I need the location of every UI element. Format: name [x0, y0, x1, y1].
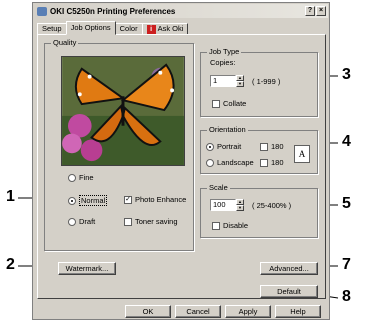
- ok-button[interactable]: OK: [125, 305, 171, 318]
- callout-5: 5: [342, 195, 351, 212]
- rotate-180-checkbox-a[interactable]: 180: [260, 142, 284, 151]
- collate-checkbox[interactable]: Collate: [212, 99, 246, 108]
- rotate-180-label-b: 180: [271, 158, 284, 167]
- window-title: OKI C5250n Printing Preferences: [50, 6, 176, 16]
- close-button[interactable]: ×: [316, 6, 326, 16]
- page-preview-icon: A: [294, 145, 310, 163]
- callout-4: 4: [342, 133, 351, 150]
- tab-color-label: Color: [119, 24, 138, 33]
- job-type-label: Job Type: [207, 47, 242, 56]
- scale-spinner[interactable]: 100 ▲ ▼ ( 25-400% ): [210, 199, 291, 211]
- checkbox-empty: [212, 99, 220, 108]
- callout-2: 2: [6, 256, 15, 273]
- tab-job-options[interactable]: Job Options: [65, 21, 116, 35]
- cancel-button[interactable]: Cancel: [175, 305, 221, 318]
- toner-saving-label: Toner saving: [135, 217, 178, 226]
- default-button[interactable]: Default: [260, 285, 318, 298]
- quality-fine-label: Fine: [79, 173, 94, 182]
- quality-normal-label: Normal: [79, 195, 108, 206]
- tab-ask-oki-label: Ask Oki: [157, 24, 184, 33]
- radio-dot: [68, 217, 76, 226]
- spinner-arrows[interactable]: ▲ ▼: [236, 75, 244, 87]
- copies-spinner[interactable]: 1 ▲ ▼ ( 1-999 ): [210, 75, 280, 87]
- scale-label: Scale: [207, 183, 230, 192]
- copies-field[interactable]: 1: [210, 75, 236, 87]
- radio-dot: [206, 158, 214, 167]
- rotate-180-label-a: 180: [271, 142, 284, 151]
- callout-1: 1: [6, 188, 15, 205]
- scale-group: Scale: [200, 183, 318, 238]
- radio-dot: [68, 173, 76, 182]
- info-icon: i: [146, 24, 156, 34]
- checkbox-empty: [212, 221, 220, 230]
- disable-scale-checkbox[interactable]: Disable: [212, 221, 248, 230]
- tab-strip: Setup Job Options Color i Ask Oki: [37, 21, 189, 35]
- tab-job-options-label: Job Options: [70, 23, 111, 32]
- copies-label: Copies:: [210, 58, 236, 67]
- toner-saving-checkbox[interactable]: Toner saving: [124, 217, 178, 226]
- copies-range: ( 1-999 ): [252, 76, 281, 86]
- watermark-button[interactable]: Watermark...: [58, 262, 116, 275]
- checkbox-empty: [260, 142, 268, 151]
- printing-preferences-dialog: OKI C5250n Printing Preferences ? × Setu…: [32, 2, 330, 320]
- title-bar: OKI C5250n Printing Preferences ? ×: [34, 4, 328, 18]
- apply-button[interactable]: Apply: [225, 305, 271, 318]
- orientation-label: Orientation: [207, 125, 248, 134]
- checkbox-empty: [124, 217, 132, 226]
- help-title-button[interactable]: ?: [305, 6, 315, 16]
- landscape-label: Landscape: [217, 158, 254, 167]
- portrait-radio[interactable]: Portrait: [206, 142, 241, 151]
- rotate-180-checkbox-b[interactable]: 180: [260, 158, 284, 167]
- advanced-button[interactable]: Advanced...: [260, 262, 318, 275]
- scale-field[interactable]: 100: [210, 199, 236, 211]
- quality-draft-label: Draft: [79, 217, 96, 226]
- checkmark-icon: ✓: [124, 195, 132, 204]
- callout-8: 8: [342, 288, 351, 305]
- radio-dot-selected: [68, 196, 76, 205]
- photo-enhance-label: Photo Enhance: [135, 195, 187, 204]
- callout-7: 7: [342, 256, 351, 273]
- checkbox-empty: [260, 158, 268, 167]
- spinner-arrows[interactable]: ▲ ▼: [236, 199, 244, 211]
- quality-normal-radio[interactable]: Normal: [68, 195, 108, 206]
- quality-preview-image: [61, 56, 185, 166]
- collate-label: Collate: [223, 99, 247, 108]
- tab-setup-label: Setup: [42, 24, 62, 33]
- printer-icon: [37, 6, 47, 16]
- radio-dot-selected: [206, 142, 214, 151]
- photo-enhance-checkbox[interactable]: ✓ Photo Enhance: [124, 195, 186, 204]
- landscape-radio[interactable]: Landscape: [206, 158, 254, 167]
- portrait-label: Portrait: [217, 142, 242, 151]
- quality-fine-radio[interactable]: Fine: [68, 173, 94, 182]
- scale-range: ( 25-400% ): [252, 200, 292, 210]
- callout-3: 3: [342, 66, 351, 83]
- disable-scale-label: Disable: [223, 221, 249, 230]
- quality-draft-radio[interactable]: Draft: [68, 217, 95, 226]
- help-button[interactable]: Help: [275, 305, 321, 318]
- quality-label: Quality: [51, 38, 79, 47]
